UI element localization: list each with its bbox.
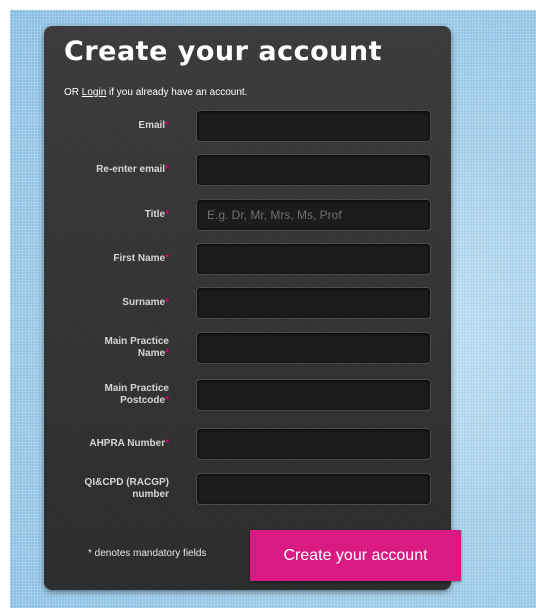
- signup-panel: Create your account OR Login if you alre…: [44, 26, 461, 590]
- page-title: Create your account: [64, 36, 382, 67]
- first-name-label: First Name*: [113, 253, 169, 264]
- ahpra-field[interactable]: [196, 428, 431, 460]
- reenter-email-field[interactable]: [196, 154, 431, 186]
- form-row-email: Email*: [44, 110, 451, 142]
- login-prefix: OR: [64, 87, 82, 98]
- form-row-ahpra: AHPRA Number*: [44, 428, 451, 460]
- qicpd-field[interactable]: [196, 473, 431, 505]
- form-row-practice-name: Main Practice Name*: [44, 332, 451, 364]
- login-suffix: if you already have an account.: [106, 87, 248, 98]
- login-prompt: OR Login if you already have an account.: [64, 87, 247, 98]
- form-row-reenter-email: Re-enter email*: [44, 154, 451, 186]
- reenter-email-label: Re-enter email*: [96, 164, 169, 175]
- practice-name-field[interactable]: [196, 332, 431, 364]
- first-name-field[interactable]: [196, 243, 431, 275]
- practice-postcode-field[interactable]: [196, 379, 431, 411]
- qicpd-label: QI&CPD (RACGP) number: [84, 477, 169, 500]
- title-label: Title*: [144, 209, 169, 220]
- ahpra-label: AHPRA Number*: [89, 438, 169, 449]
- form-row-first-name: First Name*: [44, 243, 451, 275]
- form-row-practice-postcode: Main Practice Postcode*: [44, 379, 451, 411]
- form-row-qicpd: QI&CPD (RACGP) number: [44, 473, 451, 505]
- surname-label: Surname*: [122, 297, 169, 308]
- create-account-button[interactable]: Create your account: [250, 530, 461, 581]
- surname-field[interactable]: [196, 287, 431, 319]
- email-field[interactable]: [196, 110, 431, 142]
- email-label: Email*: [138, 120, 169, 131]
- form-row-title: Title*: [44, 199, 451, 231]
- mandatory-note: * denotes mandatory fields: [88, 548, 207, 559]
- title-field[interactable]: [196, 199, 431, 231]
- practice-postcode-label: Main Practice Postcode*: [104, 383, 169, 406]
- form-row-surname: Surname*: [44, 287, 451, 319]
- login-link[interactable]: Login: [82, 87, 106, 98]
- practice-name-label: Main Practice Name*: [104, 336, 169, 359]
